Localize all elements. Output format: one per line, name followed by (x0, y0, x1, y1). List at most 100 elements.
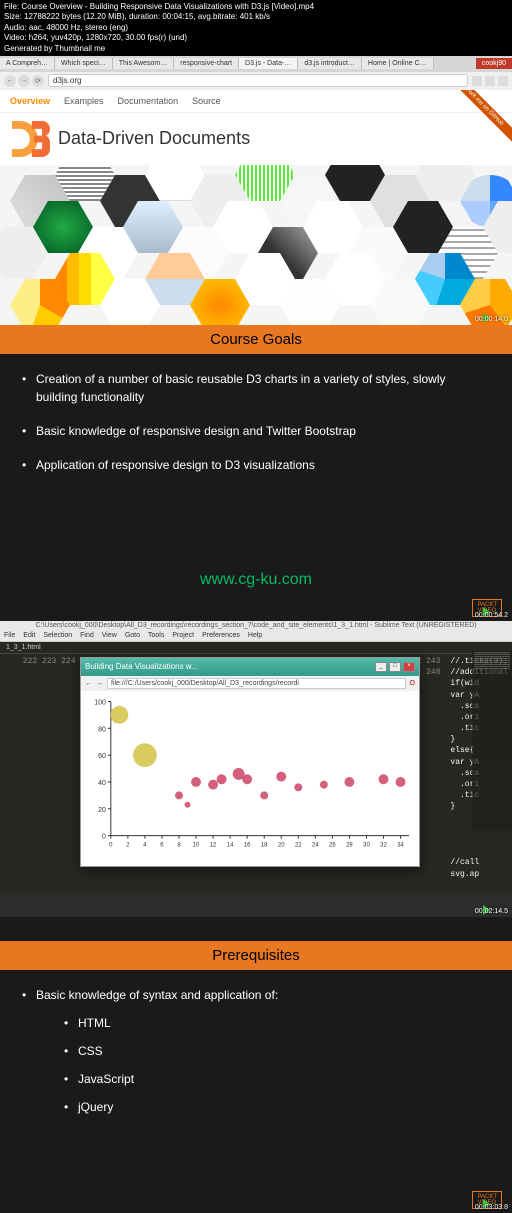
chart-body: 0204060801000246810121416182022242628303… (81, 691, 419, 861)
prereq-item: jQuery (64, 1098, 490, 1116)
prereq-item: JavaScript (64, 1070, 490, 1088)
menu-icon[interactable] (498, 76, 508, 86)
d3-title: Data-Driven Documents (58, 128, 250, 149)
goal-item: Application of responsive design to D3 v… (22, 456, 490, 474)
svg-text:8: 8 (177, 843, 181, 849)
d3-logo-row: Data-Driven Documents (0, 113, 512, 165)
menu-project[interactable]: Project (172, 632, 194, 639)
reload-button[interactable]: ⟳ (32, 75, 44, 87)
goal-item: Basic knowledge of responsive design and… (22, 422, 490, 440)
menu-help[interactable]: Help (248, 632, 262, 639)
svg-text:4: 4 (143, 843, 147, 849)
title-bar: Course Goals (0, 325, 512, 354)
user-badge[interactable]: cookj90 (476, 58, 512, 69)
chart-url[interactable]: file:///C:/Users/cookj_000/Desktop/All_D… (107, 678, 406, 689)
svg-text:60: 60 (98, 753, 106, 760)
maximize-button[interactable]: □ (389, 662, 401, 672)
close-button[interactable]: × (403, 662, 415, 672)
sublime-tab[interactable]: 1_3_1.html (0, 642, 512, 654)
minimize-button[interactable]: _ (375, 662, 387, 672)
nav-overview[interactable]: Overview (10, 96, 50, 106)
scatter-chart: 0204060801000246810121416182022242628303… (81, 691, 419, 861)
svg-text:40: 40 (98, 780, 106, 787)
window-title: Building Data Visualizations w... (85, 662, 198, 671)
browser-tab[interactable]: d3.js introduct… (298, 58, 362, 69)
frame-4: Prerequisites Basic knowledge of syntax … (0, 917, 512, 1213)
goals-list: Creation of a number of basic reusable D… (0, 354, 512, 506)
window-titlebar[interactable]: Building Data Visualizations w... _ □ × (81, 658, 419, 676)
nav-documentation[interactable]: Documentation (118, 96, 179, 106)
menu-view[interactable]: View (102, 632, 117, 639)
timestamp: 00:02:14.5 (475, 908, 508, 915)
svg-text:80: 80 (98, 726, 106, 733)
svg-text:26: 26 (329, 843, 336, 849)
frame-1: A Compreh… Which speci… This Awesom… res… (0, 56, 512, 325)
chart-address-bar: ← → file:///C:/Users/cookj_000/Desktop/A… (81, 676, 419, 691)
minimap[interactable] (472, 651, 512, 831)
browser-tab[interactable]: A Compreh… (0, 58, 55, 69)
hex-collage (0, 165, 512, 325)
nav-arrows: ← → ⟳ (4, 75, 44, 87)
extension-icon[interactable] (472, 76, 482, 86)
watermark-text: www.cg-ku.com (200, 571, 312, 589)
browser-tab[interactable]: Home | Online C… (362, 58, 434, 69)
prereq-sub-list: HTML CSS JavaScript jQuery (36, 1014, 490, 1116)
forward-icon[interactable]: → (96, 680, 103, 687)
meta-file: File: Course Overview - Building Respons… (4, 2, 508, 12)
slide-title: Prerequisites (2, 943, 510, 968)
back-icon[interactable]: ← (85, 680, 92, 687)
svg-text:2: 2 (126, 843, 130, 849)
menu-file[interactable]: File (4, 632, 15, 639)
extension-icon[interactable] (485, 76, 495, 86)
sublime-titlebar: C:\Users\cookj_000\Desktop\All_D3_record… (0, 621, 512, 630)
svg-text:34: 34 (397, 843, 404, 849)
svg-text:16: 16 (244, 843, 251, 849)
browser-tab[interactable]: This Awesom… (113, 58, 175, 69)
prereq-intro: Basic knowledge of syntax and applicatio… (22, 986, 490, 1116)
svg-text:0: 0 (109, 843, 113, 849)
thumbnail-metadata: File: Course Overview - Building Respons… (0, 0, 512, 56)
menu-find[interactable]: Find (80, 632, 94, 639)
meta-generator: Generated by Thumbnail me (4, 44, 508, 54)
d3-nav: Overview Examples Documentation Source (0, 90, 512, 113)
back-button[interactable]: ← (4, 75, 16, 87)
svg-text:22: 22 (295, 843, 302, 849)
slide-title: Course Goals (2, 327, 510, 352)
menu-goto[interactable]: Goto (125, 632, 140, 639)
svg-text:6: 6 (160, 843, 164, 849)
timestamp: 00:00:14.0 (475, 316, 508, 323)
chart-window[interactable]: Building Data Visualizations w... _ □ × … (80, 657, 420, 867)
goal-item: Creation of a number of basic reusable D… (22, 370, 490, 406)
window-buttons: _ □ × (375, 662, 415, 672)
url-input[interactable]: d3js.org (48, 74, 468, 87)
browser-tabs: A Compreh… Which speci… This Awesom… res… (0, 56, 512, 72)
svg-text:100: 100 (94, 699, 106, 706)
nav-source[interactable]: Source (192, 96, 221, 106)
menu-selection[interactable]: Selection (43, 632, 72, 639)
prereq-item: HTML (64, 1014, 490, 1032)
toolbar-icons (472, 76, 508, 86)
svg-text:32: 32 (380, 843, 387, 849)
menu-edit[interactable]: Edit (23, 632, 35, 639)
timestamp: 00:03:03.8 (475, 1204, 508, 1211)
menu-preferences[interactable]: Preferences (202, 632, 240, 639)
svg-text:10: 10 (193, 843, 200, 849)
title-frame: Prerequisites (0, 941, 512, 970)
meta-size: Size: 12788222 bytes (12.20 MiB), durati… (4, 12, 508, 22)
menu-tools[interactable]: Tools (148, 632, 164, 639)
svg-text:18: 18 (261, 843, 268, 849)
svg-text:30: 30 (363, 843, 370, 849)
browser-tab[interactable]: responsive-chart (174, 58, 239, 69)
d3-page: Fork me on GitHub Overview Examples Docu… (0, 90, 512, 325)
meta-video: Video: h264, yuv420p, 1280x720, 30.00 fp… (4, 33, 508, 43)
sublime-menu: File Edit Selection Find View Goto Tools… (0, 630, 512, 642)
timestamp: 00:00:54.2 (475, 612, 508, 619)
opera-icon[interactable]: O (410, 680, 415, 687)
address-bar: ← → ⟳ d3js.org (0, 72, 512, 90)
nav-examples[interactable]: Examples (64, 96, 104, 106)
svg-text:20: 20 (98, 807, 106, 814)
browser-tab[interactable]: Which speci… (55, 58, 113, 69)
forward-button[interactable]: → (18, 75, 30, 87)
frame-3: C:\Users\cookj_000\Desktop\All_D3_record… (0, 621, 512, 917)
browser-tab-active[interactable]: D3.js - Data-… (239, 58, 298, 69)
